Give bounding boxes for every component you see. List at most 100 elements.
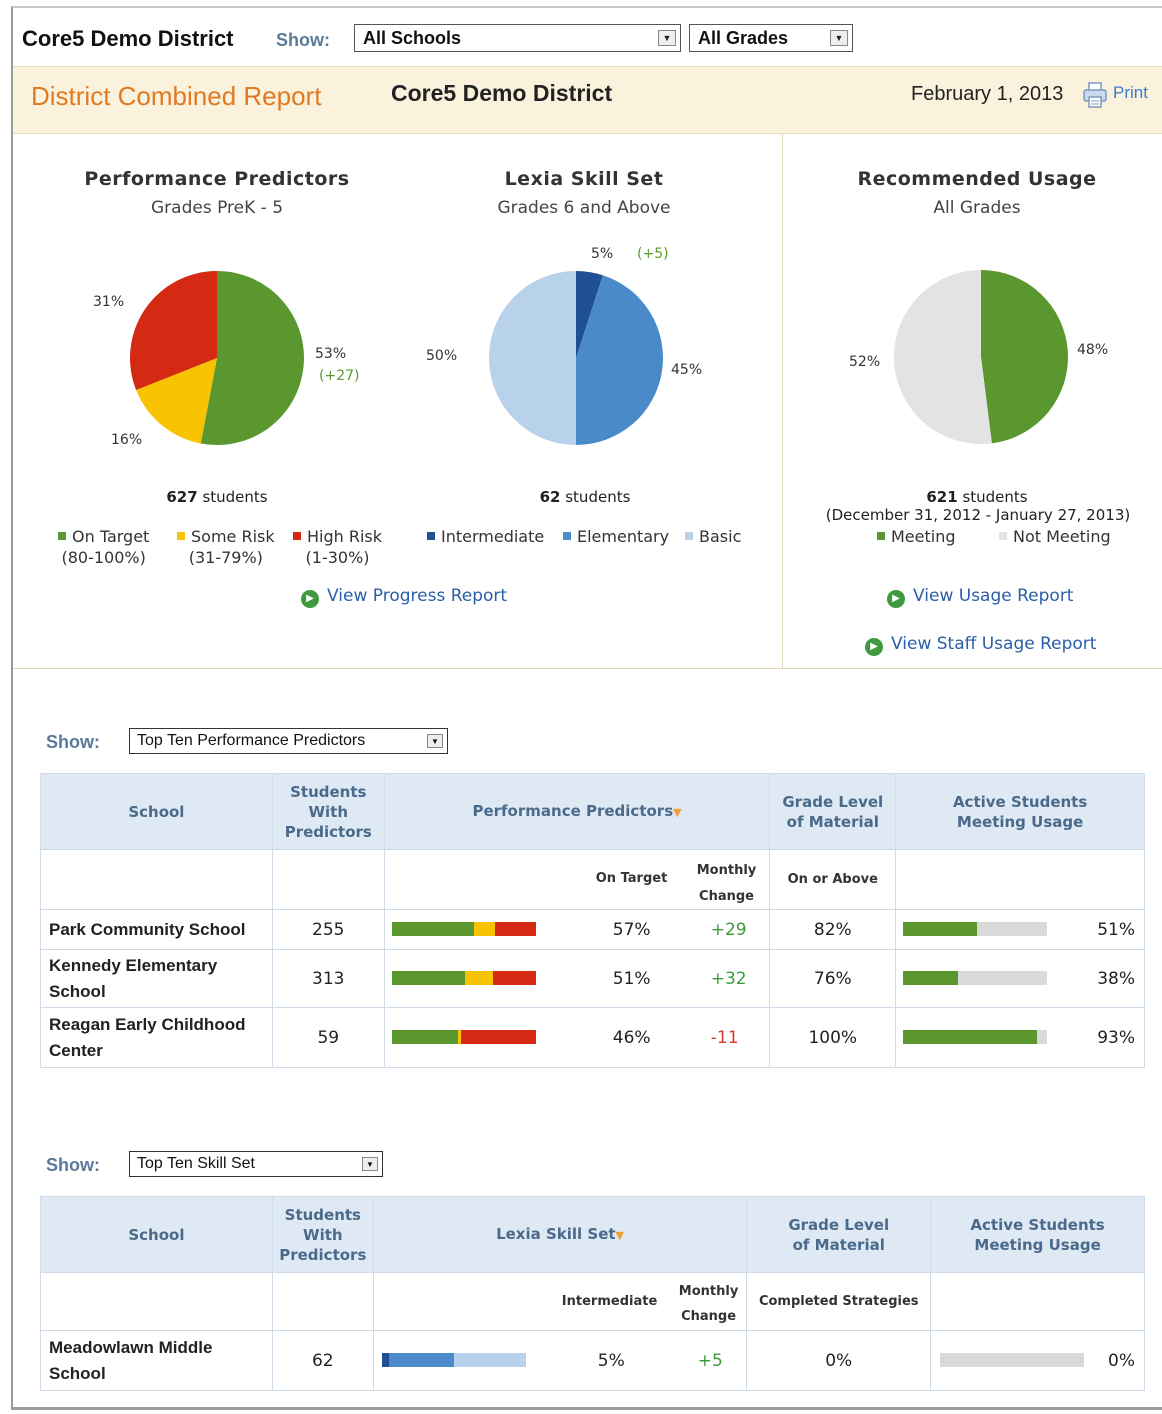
report-district: Core5 Demo District xyxy=(391,80,613,106)
grade-select-value: All Grades xyxy=(698,28,789,48)
legend-meeting: Meeting xyxy=(877,526,956,547)
header-line: Active Students xyxy=(952,792,1088,811)
legend-range: (31-79%) xyxy=(188,548,263,567)
col-performance-predictors[interactable]: Performance Predictors▼ xyxy=(383,773,771,850)
header-line: Predictors xyxy=(284,822,372,841)
bar-segment xyxy=(391,971,466,985)
school-name: Kennedy Elementary xyxy=(49,955,218,975)
students-count: 59 xyxy=(271,1007,385,1068)
grade-select[interactable]: All Grades ▼ xyxy=(689,24,853,52)
legend-label: Some Risk xyxy=(191,527,275,546)
col-active-students[interactable]: Active Students Meeting Usage xyxy=(895,773,1145,850)
col-students[interactable]: Students With Predictors xyxy=(271,1196,374,1273)
bar-segment xyxy=(388,1353,454,1367)
school-link[interactable]: Park Community School xyxy=(40,909,273,950)
table1-select-value: Top Ten Performance Predictors xyxy=(137,732,366,749)
empty-cell xyxy=(40,1272,273,1331)
usage-student-count: 621 students xyxy=(827,488,1127,506)
report-header: District Combined Report Core5 Demo Dist… xyxy=(13,66,1162,134)
legend-label: Not Meeting xyxy=(1013,527,1111,546)
table2-view-select[interactable]: Top Ten Skill Set ▼ xyxy=(129,1151,383,1177)
monthly-change: +5 xyxy=(697,1350,723,1371)
legend-label: Basic xyxy=(699,527,742,546)
empty-cell xyxy=(271,849,385,910)
bar-segment xyxy=(976,922,1048,936)
usage-pct: 93% xyxy=(1097,1027,1135,1048)
basic-pct: 50% xyxy=(426,348,458,364)
header-line: Active Students xyxy=(970,1215,1105,1234)
col-grade-level[interactable]: Grade Level of Material xyxy=(746,1196,932,1273)
empty-cell xyxy=(40,849,273,910)
school-name: Center xyxy=(49,1040,103,1060)
red-square-icon xyxy=(293,532,301,540)
chevron-down-icon: ▼ xyxy=(830,30,848,46)
printer-icon[interactable] xyxy=(1083,81,1107,109)
skillset-pie-chart xyxy=(489,271,663,445)
arrow-right-circle-icon: ▶ xyxy=(887,590,905,608)
subheader-monthly-change: Monthly Change xyxy=(679,1279,739,1329)
chevron-down-icon: ▼ xyxy=(427,734,443,748)
bar-segment xyxy=(492,971,536,985)
bar-segment xyxy=(473,922,496,936)
legend-label: Elementary xyxy=(577,527,670,546)
usage-cell: 93% xyxy=(895,1007,1145,1068)
students-count: 255 xyxy=(271,909,385,950)
view-progress-report-link[interactable]: ▶ View Progress Report xyxy=(301,586,507,608)
skillset-count-value: 62 xyxy=(539,488,561,506)
view-usage-report-link[interactable]: ▶ View Usage Report xyxy=(887,586,1073,608)
col-lexia-skill-set[interactable]: Lexia Skill Set▼ xyxy=(372,1196,748,1273)
predictors-subtitle: Grades PreK - 5 xyxy=(150,198,284,218)
legend-range: (1-30%) xyxy=(305,548,370,567)
distribution-bar xyxy=(391,922,536,936)
sort-desc-icon: ▼ xyxy=(673,805,682,819)
high-risk-pct: 31% xyxy=(93,294,125,310)
students-suffix: students xyxy=(957,488,1028,506)
bar-segment xyxy=(391,1030,458,1044)
school-link[interactable]: Kennedy Elementary School xyxy=(40,949,273,1008)
table-row[interactable]: Kennedy Elementary School 313 51% +32 76% 38% xyxy=(40,949,1145,1008)
empty-cell xyxy=(895,849,1145,910)
empty-cell xyxy=(930,1272,1145,1331)
table-row[interactable]: Reagan Early Childhood Center 59 46% -11 100%… xyxy=(40,1007,1145,1068)
table-row[interactable]: Meadowlawn Middle School 62 5% +5 0% 0% xyxy=(40,1330,1145,1391)
col-school[interactable]: School xyxy=(40,1196,273,1273)
header-line: of Material xyxy=(792,1235,885,1254)
table-header-row: School Students With Predictors Performanc… xyxy=(40,773,1145,850)
divider xyxy=(782,134,783,669)
col-school[interactable]: School xyxy=(40,773,273,850)
header-line: Meeting Usage xyxy=(974,1235,1101,1254)
pie-slice-not-meeting xyxy=(893,270,992,444)
school-link[interactable]: Reagan Early Childhood Center xyxy=(40,1007,273,1068)
col-grade-level[interactable]: Grade Level of Material xyxy=(769,773,897,850)
on-target-pct: 53% xyxy=(315,346,347,362)
empty-cell xyxy=(271,1272,374,1331)
grade-level-value: 76% xyxy=(769,949,897,1008)
some-risk-pct: 16% xyxy=(111,432,143,448)
table-row[interactable]: Park Community School 255 57% +29 82% 51% xyxy=(40,909,1145,950)
bar-segment xyxy=(957,971,1048,985)
school-link[interactable]: Meadowlawn Middle School xyxy=(40,1330,273,1391)
usage-pct: 51% xyxy=(1097,919,1135,940)
charts-panel: Performance Predictors Grades PreK - 5 3… xyxy=(13,134,1162,669)
legend-basic: Basic xyxy=(685,526,741,547)
subheader-on-target: On Target xyxy=(595,871,668,886)
legend-not-meeting: Not Meeting xyxy=(999,526,1111,547)
col-students[interactable]: Students With Predictors xyxy=(271,773,385,850)
skillset-title: Lexia Skill Set xyxy=(504,168,664,190)
school-name: School xyxy=(49,1363,106,1383)
school-select[interactable]: All Schools ▼ xyxy=(354,24,681,52)
chevron-down-icon: ▼ xyxy=(658,30,676,46)
col-active-students[interactable]: Active Students Meeting Usage xyxy=(930,1196,1145,1273)
show-label: Show: xyxy=(276,30,330,50)
view-staff-usage-report-link[interactable]: ▶ View Staff Usage Report xyxy=(865,634,1096,656)
print-link[interactable]: Print xyxy=(1113,83,1148,103)
header-label: Performance Predictors xyxy=(472,801,674,820)
green-square-icon xyxy=(877,532,885,540)
bar-segment xyxy=(1037,1030,1048,1044)
table1-view-select[interactable]: Top Ten Performance Predictors ▼ xyxy=(129,728,448,754)
table-subheader-row: Intermediate Monthly Change Completed Str… xyxy=(40,1272,1145,1331)
monthly-change: +29 xyxy=(710,919,747,940)
yellow-square-icon xyxy=(177,532,185,540)
arrow-right-circle-icon: ▶ xyxy=(301,590,319,608)
pie-slice-basic xyxy=(489,271,576,445)
